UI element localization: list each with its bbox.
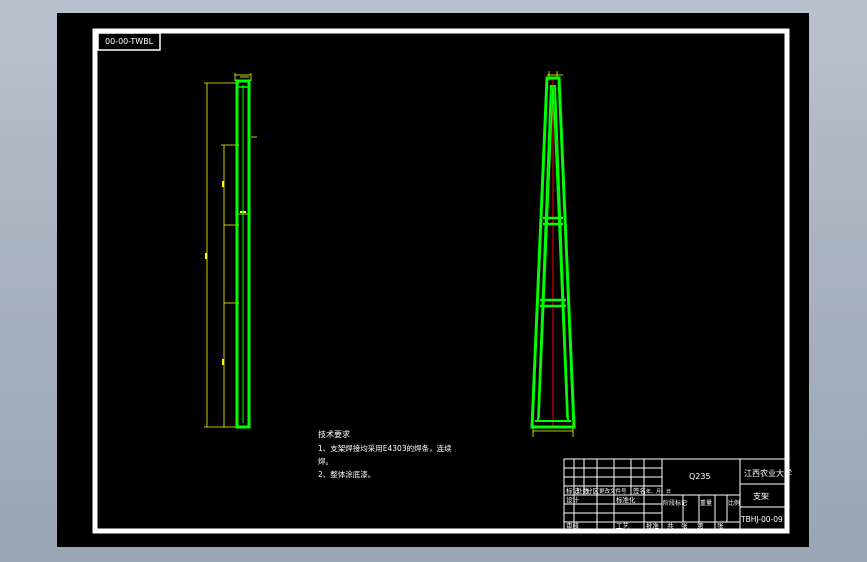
- organization: 江西农业大学: [744, 468, 792, 478]
- cad-drawing: 00-00-TWBL 技术要求 1、支架焊接均采用E4303的焊条，连续 焊。 …: [92, 28, 792, 534]
- label-weight: 重量: [700, 499, 712, 507]
- drawing-number-tag: 00-00-TWBL: [105, 37, 154, 46]
- label-scale: 比例: [728, 499, 740, 507]
- side-view: [204, 73, 257, 429]
- tech-line-1: 1、支架焊接均采用E4303的焊条，连续: [318, 443, 452, 453]
- label-standardization: 标准化: [616, 495, 636, 504]
- tech-heading: 技术要求: [318, 429, 350, 439]
- tech-line-1b: 焊。: [318, 456, 333, 466]
- material: Q235: [689, 472, 711, 481]
- label-date: 年、月、日: [646, 488, 671, 495]
- label-sheets-1: 张: [681, 521, 688, 530]
- side-view-dim-text: [205, 181, 246, 365]
- front-view: [530, 71, 576, 437]
- side-view-part: [235, 79, 251, 429]
- label-number: 第: [697, 521, 704, 530]
- label-zone: 分区: [586, 486, 600, 495]
- label-signature: 签名: [633, 486, 646, 495]
- label-review: 审核: [566, 521, 580, 530]
- title-block: Q235 江西农业大学 支架 TBHJ-00-09 标记 处数 分区 更改文件号…: [563, 458, 792, 531]
- tech-line-2: 2、整体涂底漆。: [318, 469, 375, 479]
- label-approve: 批准: [646, 521, 660, 530]
- technical-requirements: 技术要求 1、支架焊接均采用E4303的焊条，连续 焊。 2、整体涂底漆。: [318, 429, 452, 479]
- label-change-doc: 更改文件号: [599, 487, 627, 495]
- border-frame: [92, 28, 790, 534]
- label-process: 工艺: [616, 522, 630, 530]
- label-total: 共: [667, 521, 674, 530]
- label-sheets-2: 张: [717, 521, 724, 530]
- drawing-number: TBHJ-00-09: [740, 515, 783, 524]
- label-design: 设计: [566, 495, 580, 504]
- label-stage-mark: 阶段标记: [663, 499, 687, 507]
- part-name: 支架: [753, 491, 769, 501]
- drawing-sheet: 00-00-TWBL 技术要求 1、支架焊接均采用E4303的焊条，连续 焊。 …: [57, 13, 809, 547]
